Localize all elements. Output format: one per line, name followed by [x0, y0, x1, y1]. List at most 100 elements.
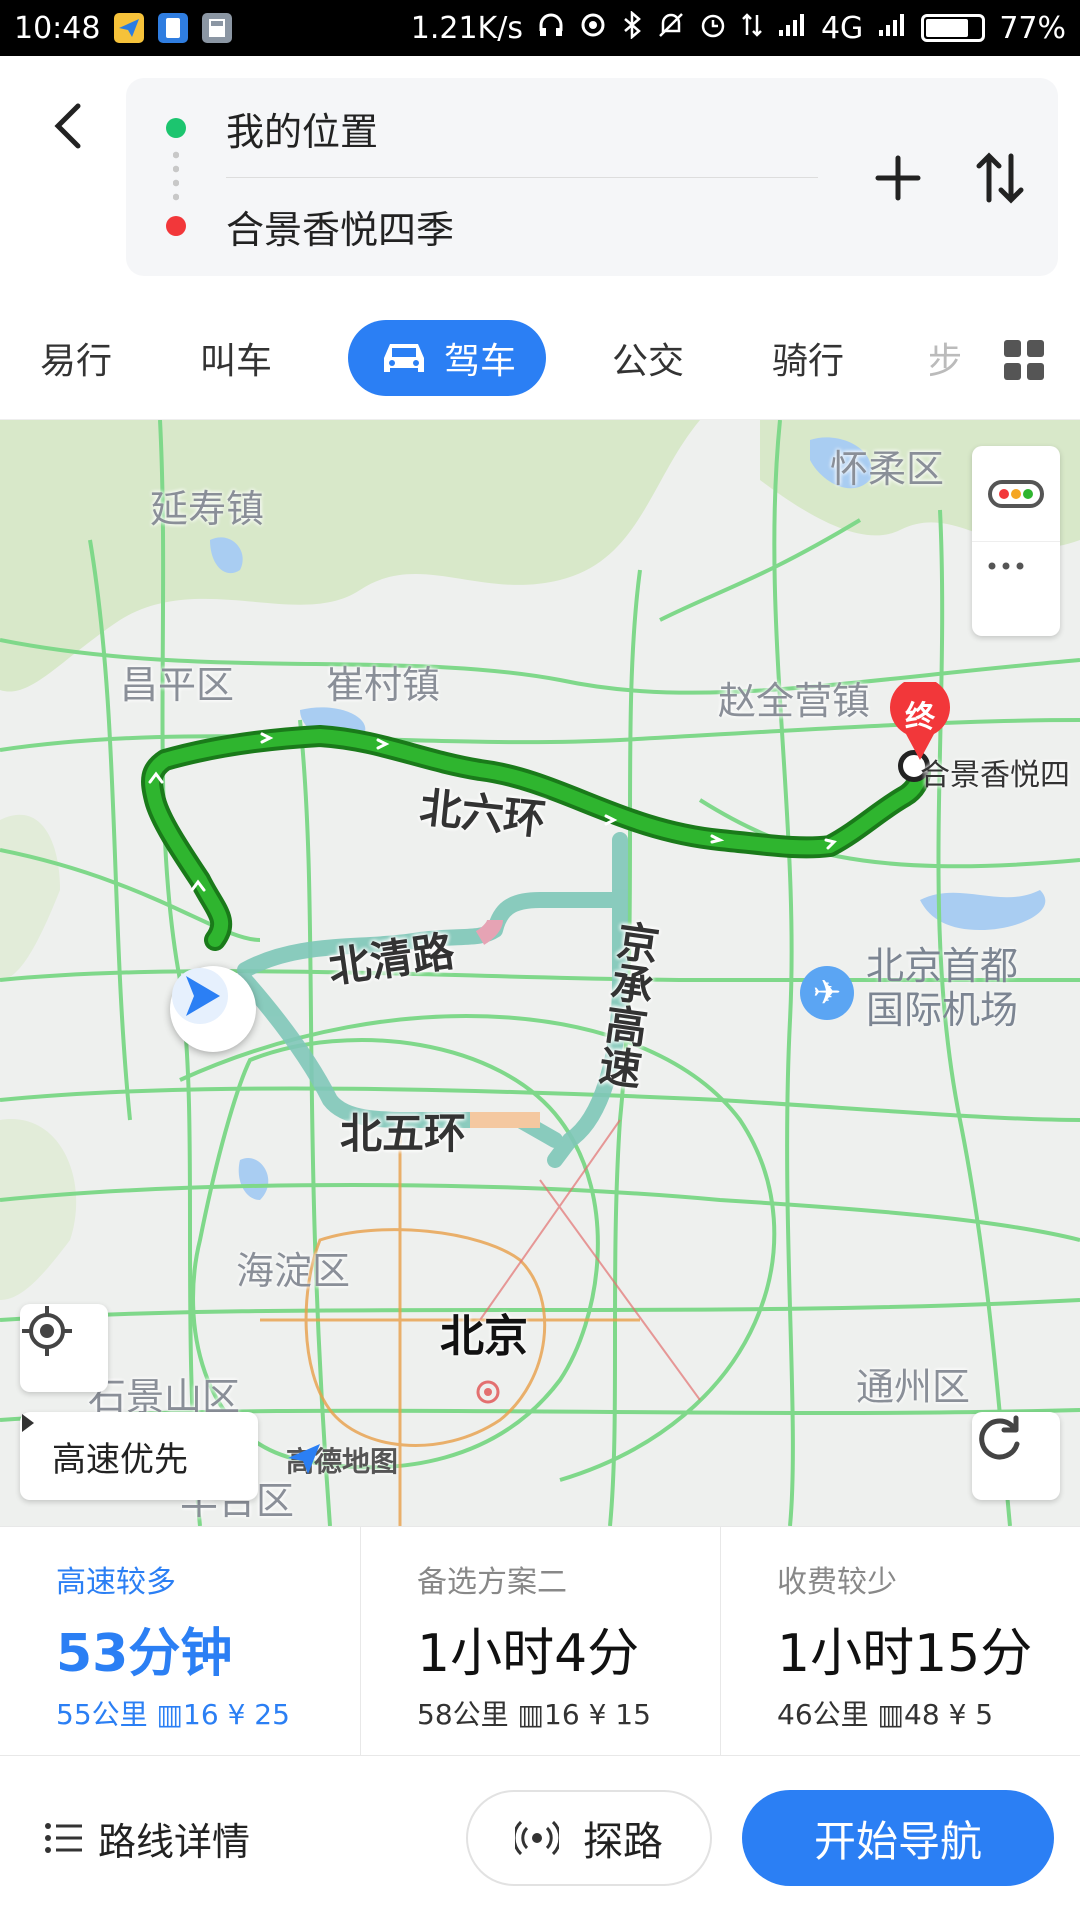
car-icon [384, 344, 424, 372]
traffic-light-count-icon: ▥ [877, 1698, 905, 1731]
traffic-toggle-button[interactable] [986, 474, 1046, 514]
airport-line-1: 北京首都 [866, 944, 1019, 988]
bottom-action-bar: 路线详情 探路 开始导航 [0, 1756, 1080, 1920]
route-option-time: 1小时15分 [777, 1624, 1033, 1684]
route-details-label: 路线详情 [98, 1819, 251, 1864]
map-label-cuicun: 崔村镇 [326, 663, 441, 707]
refresh-icon [979, 1415, 1020, 1460]
radar-icon [515, 1820, 559, 1856]
airport-icon: ✈ [800, 966, 854, 1020]
amap-logo: 高德地图 [286, 1440, 398, 1480]
end-marker-text: 终 [905, 700, 935, 735]
data-arrows-icon [741, 11, 763, 46]
explore-route-button[interactable]: 探路 [466, 1790, 712, 1886]
back-button[interactable] [40, 96, 100, 156]
tab-walk[interactable]: 步 [930, 320, 960, 396]
divider [226, 177, 818, 178]
start-navigation-button[interactable]: 开始导航 [742, 1790, 1054, 1886]
map-label-zhaoquanying: 赵全营镇 [718, 679, 871, 723]
route-header: 我的位置 合景香悦四季 [0, 56, 1080, 296]
route-option-2[interactable]: 备选方案二 1小时4分 58公里 ▥16 ¥ 15 [360, 1527, 720, 1757]
route-option-time: 1小时4分 [417, 1624, 640, 1684]
map-label-tongzhou: 通州区 [856, 1365, 971, 1409]
map-label-changping: 昌平区 [120, 663, 235, 707]
battery-percent: 77% [999, 10, 1066, 46]
status-bar: 10:48 1.21K/s 4G 77% [0, 0, 1080, 56]
more-modes-grid-icon[interactable] [1004, 340, 1044, 380]
map-label-airport: 北京首都 国际机场 [866, 944, 1018, 1032]
airport-line-2: 国际机场 [866, 988, 1019, 1032]
route-option-3[interactable]: 收费较少 1小时15分 46公里 ▥48 ¥ 5 [720, 1527, 1080, 1757]
travel-mode-tabs: 易行 叫车 驾车 公交 骑行 步 [0, 296, 1080, 420]
battery-fill [926, 19, 969, 37]
route-options: 高速较多 53分钟 55公里 ▥16 ¥ 25 备选方案二 1小时4分 58公里… [0, 1526, 1080, 1757]
network-type: 4G [820, 10, 864, 46]
route-toll: ¥ 15 [588, 1698, 651, 1731]
tab-easy-travel[interactable]: 易行 [40, 320, 112, 396]
tab-transit[interactable]: 公交 [612, 320, 684, 396]
end-marker[interactable]: 终 [888, 682, 952, 762]
traffic-light-count: 16 [183, 1698, 219, 1731]
road-label-north-sixth-ring: 北六环 [417, 782, 548, 845]
destination-field[interactable]: 合景香悦四季 [226, 186, 818, 266]
route-option-detail: 58公里 ▥16 ¥ 15 [417, 1693, 651, 1733]
route-option-detail: 55公里 ▥16 ¥ 25 [56, 1693, 290, 1733]
tab-drive[interactable]: 驾车 [348, 320, 547, 396]
map-tools-panel [972, 446, 1060, 636]
route-input-box: 我的位置 合景香悦四季 [126, 78, 1058, 276]
route-toll: ¥ 5 [948, 1698, 994, 1731]
send-icon [114, 13, 145, 43]
divider [972, 541, 1060, 542]
route-details-button[interactable]: 路线详情 [44, 1798, 250, 1878]
mute-icon [657, 11, 685, 46]
hotspot-icon [579, 11, 607, 46]
triangle-right-icon [22, 1414, 34, 1432]
battery-icon [921, 14, 986, 42]
network-speed: 1.21K/s [410, 10, 523, 46]
route-option-tag: 收费较少 [777, 1565, 897, 1600]
tab-taxi[interactable]: 叫车 [200, 320, 272, 396]
traffic-light-icon [988, 480, 1044, 508]
amap-logo-icon [288, 1444, 320, 1474]
traffic-light-count: 16 [544, 1698, 580, 1731]
route-preference-button[interactable]: 高速优先 [20, 1412, 258, 1500]
calculator-icon [202, 13, 233, 43]
route-toll: ¥ 25 [227, 1698, 290, 1731]
start-location-field[interactable]: 我的位置 [226, 88, 818, 168]
file-icon [158, 13, 189, 43]
route-connector [173, 148, 179, 206]
signal-icon [777, 12, 807, 45]
more-dots-icon [988, 562, 1024, 570]
tab-bike[interactable]: 骑行 [772, 320, 844, 396]
signal-icon [877, 12, 907, 45]
chevron-left-icon [54, 103, 81, 149]
map-label-huairou: 怀柔区 [830, 447, 945, 491]
map-label-haidian: 海淀区 [236, 1249, 351, 1293]
explore-route-label: 探路 [583, 1819, 663, 1865]
tab-drive-label: 驾车 [444, 341, 517, 382]
add-waypoint-button[interactable] [858, 138, 938, 218]
plus-icon [875, 155, 921, 201]
traffic-light-count-icon: ▥ [517, 1698, 545, 1731]
locate-me-button[interactable] [20, 1304, 108, 1392]
road-label-north-fifth-ring: 北五环 [340, 1109, 467, 1158]
route-option-tag: 高速较多 [56, 1565, 176, 1600]
status-time: 10:48 [14, 10, 101, 46]
map-view[interactable]: 怀柔区 延寿镇 昌平区 崔村镇 赵全营镇 海淀区 北京 通州区 石景山区 丰台区… [0, 420, 1080, 1526]
route-option-1[interactable]: 高速较多 53分钟 55公里 ▥16 ¥ 25 [0, 1527, 360, 1757]
more-options-button[interactable] [986, 561, 1046, 611]
start-dot [166, 118, 186, 138]
swap-icon [976, 152, 1024, 204]
navigation-arrow-icon [172, 968, 228, 1024]
swap-route-button[interactable] [960, 138, 1040, 218]
headphones-icon [537, 11, 565, 46]
current-location-marker [170, 966, 256, 1052]
map-label-beijing: 北京 [440, 1311, 528, 1362]
route-option-detail: 46公里 ▥48 ¥ 5 [777, 1693, 993, 1733]
map-label-yanshou: 延寿镇 [150, 487, 265, 531]
route-option-time: 53分钟 [56, 1624, 233, 1684]
route-option-tag: 备选方案二 [417, 1565, 567, 1600]
crosshair-icon [22, 1306, 72, 1356]
route-distance: 58公里 [417, 1698, 509, 1731]
refresh-route-button[interactable] [972, 1412, 1060, 1500]
